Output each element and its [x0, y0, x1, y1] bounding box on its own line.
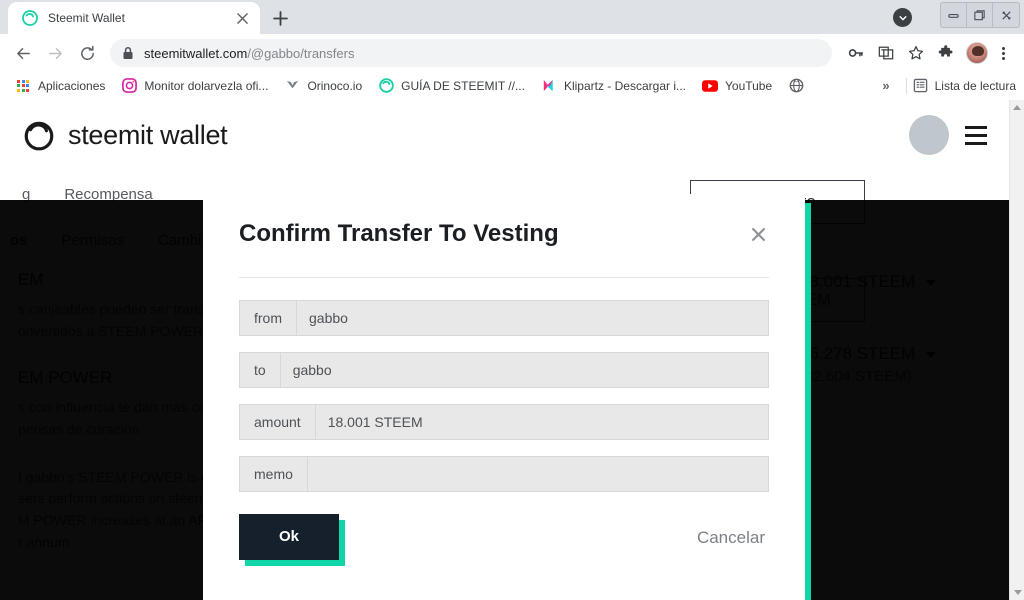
reload-icon[interactable]: [72, 38, 102, 68]
bookmark-monitor-dolarvezla[interactable]: Monitor dolarvezla ofi...: [114, 75, 275, 97]
chevron-down-icon[interactable]: [893, 8, 912, 27]
bookmark-label: Klipartz - Descargar i...: [563, 78, 686, 93]
bookmark-globe[interactable]: [781, 75, 818, 97]
url-path: /@gabbo/transfers: [247, 45, 355, 61]
new-tab-icon[interactable]: [266, 4, 294, 32]
chrome-menu-icon[interactable]: [990, 39, 1016, 67]
bookmarks-overflow: » Lista de lectura: [872, 77, 1016, 94]
bookmark-klipartz[interactable]: Klipartz - Descargar i...: [534, 75, 693, 97]
scroll-down-arrow-icon[interactable]: [1010, 585, 1024, 600]
field-amount: amount 18.001 STEEM: [239, 403, 769, 440]
ok-button-wrapper: Ok: [239, 513, 345, 566]
browser-titlebar: Steemit Wallet: [0, 0, 1024, 34]
tab-title: Steemit Wallet: [48, 11, 125, 25]
site-header: steemit wallet: [0, 100, 1009, 170]
divider: [905, 77, 907, 94]
youtube-icon: [702, 78, 718, 94]
modal-actions: Ok Cancelar: [239, 513, 769, 570]
field-label: amount: [239, 403, 316, 440]
confirm-transfer-dialog: Confirm Transfer To Vesting from gabbo t…: [203, 194, 805, 600]
user-avatar[interactable]: [909, 115, 949, 155]
translate-icon[interactable]: [872, 39, 900, 67]
scroll-up-arrow-icon[interactable]: [1010, 100, 1024, 115]
browser-tab[interactable]: Steemit Wallet: [8, 2, 260, 34]
close-window-icon[interactable]: [993, 3, 1019, 27]
bookmarks-overflow-button[interactable]: »: [872, 78, 899, 93]
steemit-logo-icon[interactable]: [22, 118, 56, 152]
divider: [239, 276, 769, 278]
hamburger-icon[interactable]: [965, 125, 987, 145]
bookmark-label: GUÍA DE STEEMIT //...: [401, 78, 525, 93]
minimize-icon[interactable]: [941, 3, 967, 27]
field-memo: memo: [239, 455, 769, 492]
steemit-logo-icon: [378, 78, 394, 94]
back-arrow-icon[interactable]: [8, 38, 38, 68]
forward-arrow-icon[interactable]: [40, 38, 70, 68]
modal-header: Confirm Transfer To Vesting: [239, 220, 769, 249]
profile-avatar[interactable]: [966, 42, 988, 64]
header-right: [909, 115, 987, 155]
apps-grid-icon: [15, 78, 31, 94]
field-to: to gabbo: [239, 351, 769, 388]
bookmark-label: YouTube: [725, 78, 773, 93]
instagram-icon: [121, 78, 137, 94]
address-bar[interactable]: steemitwallet.com/@gabbo/transfers: [110, 39, 832, 67]
field-label: from: [239, 299, 297, 336]
globe-icon: [788, 78, 804, 94]
close-icon[interactable]: [747, 223, 769, 245]
page-scrollbar[interactable]: [1009, 100, 1024, 600]
restore-icon[interactable]: [967, 3, 993, 27]
reading-list-label[interactable]: Lista de lectura: [935, 79, 1016, 93]
field-label: memo: [239, 455, 308, 492]
close-tab-icon[interactable]: [232, 8, 252, 28]
bookmark-label: Aplicaciones: [38, 78, 106, 93]
ok-button[interactable]: Ok: [239, 513, 339, 560]
orinoco-icon: [284, 78, 300, 94]
field-from: from gabbo: [239, 299, 769, 336]
extensions-puzzle-icon[interactable]: [932, 39, 960, 67]
reading-list-icon: [913, 78, 928, 93]
field-value: 18.001 STEEM: [315, 403, 769, 440]
bookmark-guia-steemit[interactable]: GUÍA DE STEEMIT //...: [371, 75, 532, 97]
key-icon[interactable]: [842, 39, 870, 67]
bookmark-apps[interactable]: Aplicaciones: [8, 75, 112, 97]
window-controls: [940, 2, 1020, 28]
star-icon[interactable]: [902, 39, 930, 67]
lock-icon: [122, 46, 134, 60]
bookmark-youtube[interactable]: YouTube: [695, 75, 779, 97]
modal-title: Confirm Transfer To Vesting: [239, 220, 559, 247]
site-logo-text[interactable]: steemit wallet: [68, 120, 228, 151]
url-domain: steemitwallet.com: [144, 45, 248, 61]
bookmark-label: Monitor dolarvezla ofi...: [144, 78, 269, 93]
field-value: gabbo: [297, 299, 769, 336]
cancel-button[interactable]: Cancelar: [693, 522, 769, 554]
browser-toolbar: steemitwallet.com/@gabbo/transfers: [0, 34, 1024, 72]
browser-window: Steemit Wallet steemitwallet.com/@gabbo/…: [0, 0, 1024, 600]
bookmark-label: Orinoco.io: [307, 78, 363, 93]
url-text: steemitwallet.com/@gabbo/transfers: [144, 46, 354, 61]
klipartz-icon: [541, 78, 557, 94]
field-value: gabbo: [280, 351, 769, 388]
bookmark-orinoco[interactable]: Orinoco.io: [277, 75, 369, 97]
field-value: [307, 455, 769, 492]
steemit-logo-icon: [22, 10, 38, 26]
bookmarks-bar: Aplicaciones Monitor dolarvezla ofi... O…: [0, 72, 1024, 100]
field-label: to: [239, 351, 281, 388]
tab-strip: Steemit Wallet: [0, 0, 294, 34]
